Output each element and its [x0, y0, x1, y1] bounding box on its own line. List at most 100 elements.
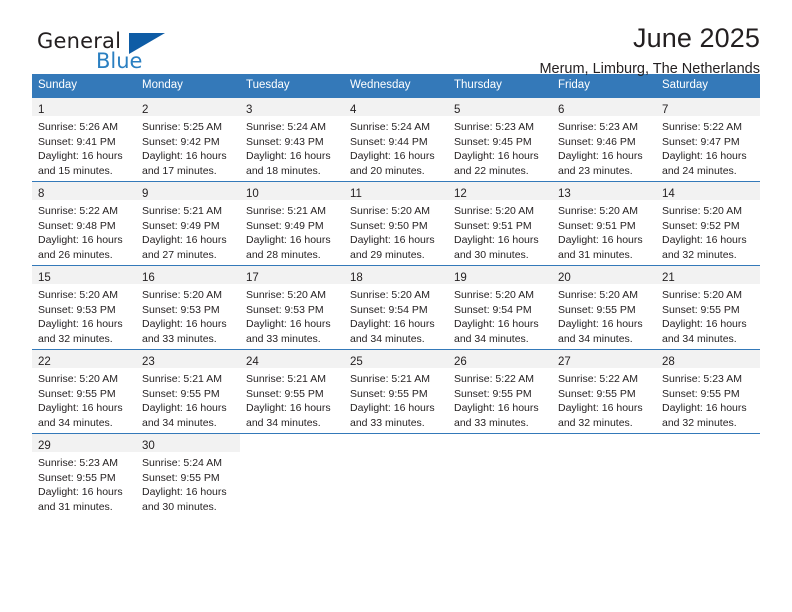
day-number: 18 [350, 272, 363, 284]
calendar-day-cell[interactable]: 9 Sunrise: 5:21 AM Sunset: 9:49 PM Daylight… [136, 181, 240, 266]
calendar-day-cell[interactable]: 8 Sunrise: 5:22 AM Sunset: 9:48 PM Daylight… [32, 181, 136, 266]
daylight-text-line2: and 34 minutes. [142, 416, 217, 429]
daylight-text-line2: and 20 minutes. [350, 164, 425, 177]
daylight-text-line2: and 32 minutes. [662, 416, 737, 429]
calendar-day-cell[interactable]: 28 Sunrise: 5:23 AM Sunset: 9:55 PM Dayligh… [656, 349, 760, 434]
daylight-text-line2: and 27 minutes. [142, 248, 217, 261]
day-details: Sunrise: 5:20 AM Sunset: 9:53 PM Daylight:… [32, 284, 136, 346]
calendar-day-cell[interactable]: 11 Sunrise: 5:20 AM Sunset: 9:50 PM Dayligh… [344, 181, 448, 266]
day-details: Sunrise: 5:22 AM Sunset: 9:48 PM Daylight:… [32, 200, 136, 262]
day-number: 25 [350, 356, 363, 368]
calendar-day-cell[interactable]: 16 Sunrise: 5:20 AM Sunset: 9:53 PM Dayligh… [136, 265, 240, 350]
daylight-text-line2: and 34 minutes. [246, 416, 321, 429]
calendar-day-cell[interactable]: 19 Sunrise: 5:20 AM Sunset: 9:54 PM Dayligh… [448, 265, 552, 350]
day-details: Sunrise: 5:20 AM Sunset: 9:52 PM Daylight:… [656, 200, 760, 262]
sunset-text: Sunset: 9:55 PM [662, 387, 740, 400]
daylight-text-line2: and 34 minutes. [38, 416, 113, 429]
daylight-text-line1: Daylight: 16 hours [142, 402, 227, 415]
sunrise-text: Sunrise: 5:22 AM [558, 373, 638, 385]
calendar-day-cell[interactable]: 6 Sunrise: 5:23 AM Sunset: 9:46 PM Daylight… [552, 97, 656, 182]
calendar-day-cell[interactable]: 20 Sunrise: 5:20 AM Sunset: 9:55 PM Dayligh… [552, 265, 656, 350]
sunrise-text: Sunrise: 5:24 AM [142, 457, 222, 469]
daylight-text-line2: and 31 minutes. [38, 500, 113, 513]
calendar-day-cell[interactable]: 24 Sunrise: 5:21 AM Sunset: 9:55 PM Dayligh… [240, 349, 344, 434]
day-number-band: 21 [656, 266, 760, 284]
day-number-band: 27 [552, 350, 656, 368]
sunset-text: Sunset: 9:55 PM [246, 387, 324, 400]
calendar-day-cell[interactable]: 18 Sunrise: 5:20 AM Sunset: 9:54 PM Dayligh… [344, 265, 448, 350]
day-details [656, 452, 760, 456]
day-details: Sunrise: 5:20 AM Sunset: 9:55 PM Daylight:… [32, 368, 136, 430]
day-details: Sunrise: 5:20 AM Sunset: 9:51 PM Daylight:… [552, 200, 656, 262]
day-number-band: 10 [240, 182, 344, 200]
day-number: 21 [662, 272, 675, 284]
day-number-band: 4 [344, 98, 448, 116]
calendar-day-cell[interactable]: 21 Sunrise: 5:20 AM Sunset: 9:55 PM Dayligh… [656, 265, 760, 350]
daylight-text-line1: Daylight: 16 hours [662, 402, 747, 415]
calendar-day-cell[interactable]: 27 Sunrise: 5:22 AM Sunset: 9:55 PM Dayligh… [552, 349, 656, 434]
day-number-band: 20 [552, 266, 656, 284]
day-details: Sunrise: 5:20 AM Sunset: 9:54 PM Daylight:… [448, 284, 552, 346]
day-number-band: 1 [32, 98, 136, 116]
daylight-text-line1: Daylight: 16 hours [142, 318, 227, 331]
calendar-day-cell[interactable]: 23 Sunrise: 5:21 AM Sunset: 9:55 PM Dayligh… [136, 349, 240, 434]
sunrise-text: Sunrise: 5:20 AM [662, 205, 742, 217]
daylight-text-line1: Daylight: 16 hours [38, 402, 123, 415]
sunrise-text: Sunrise: 5:20 AM [454, 289, 534, 301]
daylight-text-line2: and 33 minutes. [454, 416, 529, 429]
day-number-band: 2 [136, 98, 240, 116]
day-number-band: 5 [448, 98, 552, 116]
sunrise-text: Sunrise: 5:21 AM [142, 205, 222, 217]
day-number-band: 8 [32, 182, 136, 200]
day-number-band: 12 [448, 182, 552, 200]
calendar-day-cell[interactable]: 10 Sunrise: 5:21 AM Sunset: 9:49 PM Dayligh… [240, 181, 344, 266]
daylight-text-line2: and 34 minutes. [350, 332, 425, 345]
calendar-day-cell[interactable]: 17 Sunrise: 5:20 AM Sunset: 9:53 PM Dayligh… [240, 265, 344, 350]
daylight-text-line2: and 17 minutes. [142, 164, 217, 177]
day-details: Sunrise: 5:21 AM Sunset: 9:49 PM Daylight:… [240, 200, 344, 262]
calendar-day-cell[interactable]: 4 Sunrise: 5:24 AM Sunset: 9:44 PM Daylight… [344, 97, 448, 182]
calendar-week-row: 29 Sunrise: 5:23 AM Sunset: 9:55 PM Dayligh… [32, 433, 760, 518]
daylight-text-line1: Daylight: 16 hours [142, 234, 227, 247]
calendar-day-cell[interactable]: 2 Sunrise: 5:25 AM Sunset: 9:42 PM Daylight… [136, 97, 240, 182]
calendar-day-cell[interactable]: 1 Sunrise: 5:26 AM Sunset: 9:41 PM Daylight… [32, 97, 136, 182]
calendar-day-cell[interactable]: 12 Sunrise: 5:20 AM Sunset: 9:51 PM Dayligh… [448, 181, 552, 266]
calendar-day-cell-empty [552, 433, 656, 518]
calendar-day-cell[interactable]: 25 Sunrise: 5:21 AM Sunset: 9:55 PM Dayligh… [344, 349, 448, 434]
daylight-text-line1: Daylight: 16 hours [38, 150, 123, 163]
daylight-text-line1: Daylight: 16 hours [454, 318, 539, 331]
sunrise-text: Sunrise: 5:22 AM [662, 121, 742, 133]
calendar-day-cell[interactable]: 26 Sunrise: 5:22 AM Sunset: 9:55 PM Dayligh… [448, 349, 552, 434]
day-number: 28 [662, 356, 675, 368]
day-number-band: 26 [448, 350, 552, 368]
day-details: Sunrise: 5:20 AM Sunset: 9:55 PM Daylight:… [552, 284, 656, 346]
daylight-text-line2: and 33 minutes. [142, 332, 217, 345]
daylight-text-line2: and 34 minutes. [558, 332, 633, 345]
day-details: Sunrise: 5:20 AM Sunset: 9:50 PM Daylight:… [344, 200, 448, 262]
calendar-day-cell[interactable]: 14 Sunrise: 5:20 AM Sunset: 9:52 PM Dayligh… [656, 181, 760, 266]
calendar-day-cell[interactable]: 29 Sunrise: 5:23 AM Sunset: 9:55 PM Dayligh… [32, 433, 136, 518]
calendar-body: 1 Sunrise: 5:26 AM Sunset: 9:41 PM Daylight… [32, 97, 760, 518]
daylight-text-line1: Daylight: 16 hours [38, 234, 123, 247]
day-details: Sunrise: 5:23 AM Sunset: 9:55 PM Daylight:… [32, 452, 136, 514]
sunset-text: Sunset: 9:55 PM [454, 387, 532, 400]
calendar-day-cell[interactable]: 5 Sunrise: 5:23 AM Sunset: 9:45 PM Daylight… [448, 97, 552, 182]
day-details: Sunrise: 5:22 AM Sunset: 9:55 PM Daylight:… [552, 368, 656, 430]
day-number: 26 [454, 356, 467, 368]
day-number: 20 [558, 272, 571, 284]
calendar-day-cell[interactable]: 13 Sunrise: 5:20 AM Sunset: 9:51 PM Dayligh… [552, 181, 656, 266]
day-number-band: 16 [136, 266, 240, 284]
daylight-text-line2: and 29 minutes. [350, 248, 425, 261]
day-details: Sunrise: 5:20 AM Sunset: 9:54 PM Daylight:… [344, 284, 448, 346]
calendar-day-cell[interactable]: 7 Sunrise: 5:22 AM Sunset: 9:47 PM Daylight… [656, 97, 760, 182]
calendar-day-cell[interactable]: 3 Sunrise: 5:24 AM Sunset: 9:43 PM Daylight… [240, 97, 344, 182]
day-number: 3 [246, 104, 253, 116]
day-number-band: 22 [32, 350, 136, 368]
calendar-day-cell[interactable]: 15 Sunrise: 5:20 AM Sunset: 9:53 PM Dayligh… [32, 265, 136, 350]
daylight-text-line1: Daylight: 16 hours [558, 402, 643, 415]
calendar-day-cell[interactable]: 30 Sunrise: 5:24 AM Sunset: 9:55 PM Dayligh… [136, 433, 240, 518]
calendar-day-cell-empty [656, 433, 760, 518]
general-blue-logo[interactable]: General Blue [37, 30, 167, 78]
sunrise-text: Sunrise: 5:21 AM [246, 205, 326, 217]
calendar-day-cell[interactable]: 22 Sunrise: 5:20 AM Sunset: 9:55 PM Dayligh… [32, 349, 136, 434]
